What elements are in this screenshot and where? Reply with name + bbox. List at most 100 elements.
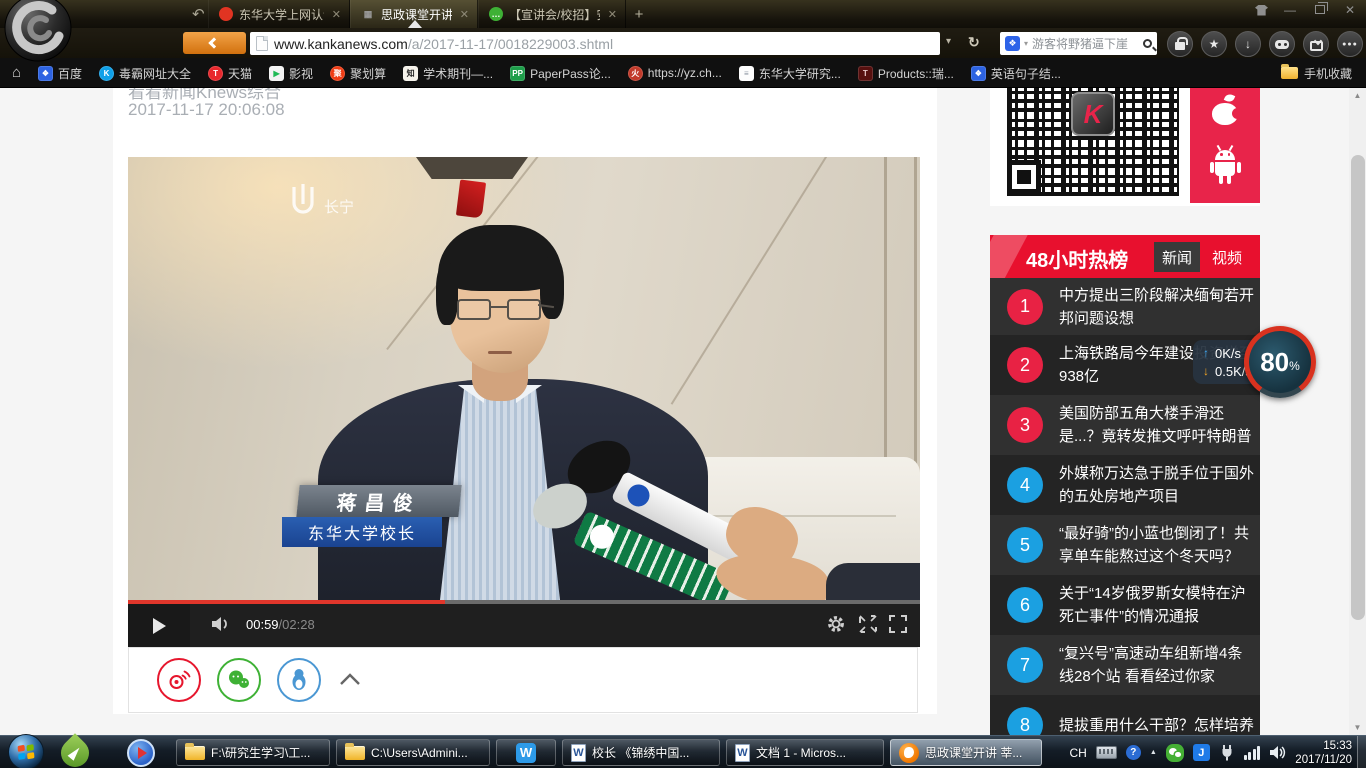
play-button[interactable] bbox=[128, 604, 190, 647]
pinned-media-app-icon[interactable] bbox=[126, 738, 156, 768]
hotlist-item[interactable]: 7 “复兴号”高速动车组新增4条线28个站 看看经过你家 bbox=[990, 635, 1260, 695]
undo-closed-tab-icon[interactable]: ↶ bbox=[192, 5, 205, 23]
hotlist-tab-news[interactable]: 新闻 bbox=[1154, 242, 1200, 272]
settings-gear-icon[interactable] bbox=[826, 614, 846, 634]
hotlist-item-text[interactable]: 中方提出三阶段解决缅甸若开邦问题设想 bbox=[1059, 284, 1255, 330]
keyboard-icon[interactable] bbox=[1096, 746, 1117, 759]
bookmark-item[interactable]: ≡ 东华大学研究... bbox=[739, 65, 841, 82]
hotlist-item[interactable]: 8 提拔重用什么干部？怎样培养 bbox=[990, 695, 1260, 735]
android-icon[interactable] bbox=[1213, 146, 1237, 192]
language-indicator[interactable]: CH bbox=[1070, 746, 1087, 760]
download-progress-ball[interactable]: 80 % bbox=[1244, 326, 1316, 398]
apple-icon[interactable] bbox=[1210, 93, 1240, 127]
hotlist-tab-video[interactable]: 视频 bbox=[1204, 242, 1250, 272]
url-domain[interactable]: www.kankanews.com bbox=[274, 36, 408, 52]
hotlist-item-text[interactable]: “复兴号”高速动车组新增4条线28个站 看看经过你家 bbox=[1059, 642, 1255, 688]
bookmark-label: 学术期刊—... bbox=[423, 65, 493, 82]
security-lock-button[interactable] bbox=[1167, 31, 1193, 57]
video-player[interactable]: 蒋昌俊 东华大学校长 长宁 bbox=[128, 157, 920, 647]
hotlist-item-text[interactable]: 提拔重用什么干部？怎样培养 bbox=[1059, 714, 1255, 736]
hotlist-item-text[interactable]: 关于“14岁俄罗斯女模特在沪死亡事件”的情况通报 bbox=[1059, 582, 1255, 628]
taskbar-window-button[interactable]: W 文档 1 - Micros... bbox=[726, 739, 884, 766]
taskbar-windows: F:\研究生学习\工... C:\Users\Admini... W W 校长 … bbox=[176, 739, 1042, 766]
hotlist-item[interactable]: 3 美国防部五角大楼手滑还是...？竟转发推文呼吁特朗普 bbox=[990, 395, 1260, 455]
network-signal-icon[interactable] bbox=[1244, 746, 1261, 760]
clock[interactable]: 15:33 2017/11/20 bbox=[1295, 739, 1352, 767]
video-tv-button[interactable] bbox=[1303, 31, 1329, 57]
browser-tab[interactable]: … 【宣讲会/校招】安踏... ✕ bbox=[478, 0, 626, 28]
page-scrollbar[interactable]: ▲ ▼ bbox=[1349, 88, 1366, 735]
theater-mode-icon[interactable] bbox=[858, 614, 878, 634]
hotlist-item[interactable]: 1 中方提出三阶段解决缅甸若开邦问题设想 bbox=[990, 278, 1260, 335]
collapse-chevron-icon[interactable] bbox=[335, 670, 365, 688]
video-progress-track[interactable] bbox=[128, 600, 920, 604]
hotlist-item-text[interactable]: “最好骑”的小蓝也倒闭了！共享单车能熬过这个冬天吗？ bbox=[1059, 522, 1255, 568]
more-tools-button[interactable]: ●●● bbox=[1337, 31, 1363, 57]
minimize-button[interactable]: — bbox=[1282, 3, 1298, 17]
download-button[interactable]: ↓ bbox=[1235, 31, 1261, 57]
taskbar-window-button[interactable]: 思政课堂开讲 莘... bbox=[890, 739, 1042, 766]
speaker-icon[interactable] bbox=[1269, 745, 1286, 760]
taskbar-window-button[interactable]: W 校长 《锦绣中国... bbox=[562, 739, 720, 766]
back-button[interactable] bbox=[183, 32, 246, 54]
games-button[interactable] bbox=[1269, 31, 1295, 57]
hotlist-item-text[interactable]: 外媒称万达急于脱手位于国外的五处房地产项目 bbox=[1059, 462, 1255, 508]
volume-icon[interactable] bbox=[210, 615, 234, 633]
url-path[interactable]: /a/2017-11-17/0018229003.shtml bbox=[408, 36, 613, 52]
share-wechat-button[interactable] bbox=[217, 658, 261, 702]
bookmark-item[interactable]: 聚 聚划算 bbox=[330, 65, 386, 82]
wechat-tray-icon[interactable] bbox=[1166, 744, 1184, 762]
show-desktop-button[interactable] bbox=[1357, 736, 1366, 768]
video-controls: 00:59/02:28 bbox=[128, 600, 920, 647]
search-input[interactable]: 游客将野猪逼下崖 bbox=[1032, 35, 1139, 52]
favorites-button[interactable]: ★ bbox=[1201, 31, 1227, 57]
bookmark-item[interactable]: K 毒霸网址大全 bbox=[99, 65, 191, 82]
tab-close-icon[interactable]: ✕ bbox=[460, 8, 469, 21]
help-icon[interactable]: ? bbox=[1126, 745, 1141, 760]
hidden-icons-arrow[interactable]: ▲ bbox=[1150, 749, 1157, 756]
hotlist-item[interactable]: 6 关于“14岁俄罗斯女模特在沪死亡事件”的情况通报 bbox=[990, 575, 1260, 635]
bookmark-item[interactable]: T Products::瑞... bbox=[858, 65, 954, 82]
bookmark-item[interactable]: ▶ 影视 bbox=[269, 65, 313, 82]
bookmark-dropdown-icon[interactable]: ▾ bbox=[946, 36, 951, 47]
browser-tab[interactable]: 东华大学上网认证 ✕ bbox=[208, 0, 350, 28]
bookmark-item[interactable]: 知 学术期刊—... bbox=[403, 65, 493, 82]
search-engine-dropdown-icon[interactable]: ▾ bbox=[1024, 39, 1028, 48]
search-box[interactable]: ❖ ▾ 游客将野猪逼下崖 bbox=[1000, 32, 1157, 55]
new-tab-button[interactable]: + bbox=[626, 0, 652, 28]
start-button[interactable] bbox=[8, 734, 44, 768]
restore-window-button[interactable] bbox=[1312, 3, 1328, 17]
hotlist-item-text[interactable]: 美国防部五角大楼手滑还是...？竟转发推文呼吁特朗普 bbox=[1059, 402, 1255, 448]
progress-percent: 80 bbox=[1260, 347, 1289, 378]
scroll-down-arrow[interactable]: ▼ bbox=[1349, 720, 1366, 735]
bookmark-favicon: ❖ bbox=[38, 66, 53, 81]
bookmark-item[interactable]: ❖ 百度 bbox=[38, 65, 82, 82]
bookmark-item[interactable]: ❖ 英语句子结... bbox=[971, 65, 1061, 82]
fullscreen-icon[interactable] bbox=[888, 614, 908, 634]
browser-logo-icon[interactable] bbox=[2, 0, 74, 62]
share-qq-button[interactable] bbox=[277, 658, 321, 702]
power-plug-icon[interactable] bbox=[1219, 744, 1235, 761]
home-icon[interactable]: ⌂ bbox=[12, 64, 21, 81]
pinned-draw-app-icon[interactable] bbox=[60, 738, 90, 768]
url-field[interactable]: www.kankanews.com/a/2017-11-17/001822900… bbox=[250, 32, 940, 55]
close-window-button[interactable]: ✕ bbox=[1342, 3, 1358, 17]
share-weibo-button[interactable] bbox=[157, 658, 201, 702]
bookmark-item[interactable]: T 天猫 bbox=[208, 65, 252, 82]
hotlist-item[interactable]: 4 外媒称万达急于脱手位于国外的五处房地产项目 bbox=[990, 455, 1260, 515]
scrollbar-thumb[interactable] bbox=[1351, 155, 1365, 620]
search-icon[interactable] bbox=[1143, 39, 1152, 48]
tab-close-icon[interactable]: ✕ bbox=[608, 8, 617, 21]
browser-skin-icon[interactable] bbox=[1255, 5, 1268, 16]
refresh-icon[interactable]: ↻ bbox=[968, 34, 980, 51]
taskbar-window-button[interactable]: W bbox=[496, 739, 556, 766]
hotlist-item[interactable]: 5 “最好骑”的小蓝也倒闭了！共享单车能熬过这个冬天吗？ bbox=[990, 515, 1260, 575]
bookmark-item[interactable]: 火 https://yz.ch... bbox=[628, 66, 722, 81]
scroll-up-arrow[interactable]: ▲ bbox=[1349, 88, 1366, 103]
bookmark-mobile-favorites[interactable]: 手机收藏 bbox=[1281, 58, 1352, 88]
taskbar-window-button[interactable]: C:\Users\Admini... bbox=[336, 739, 490, 766]
tray-app-icon[interactable]: J bbox=[1193, 744, 1210, 761]
bookmark-item[interactable]: PP PaperPass论... bbox=[510, 65, 611, 82]
tab-close-icon[interactable]: ✕ bbox=[332, 8, 341, 21]
taskbar-window-button[interactable]: F:\研究生学习\工... bbox=[176, 739, 330, 766]
